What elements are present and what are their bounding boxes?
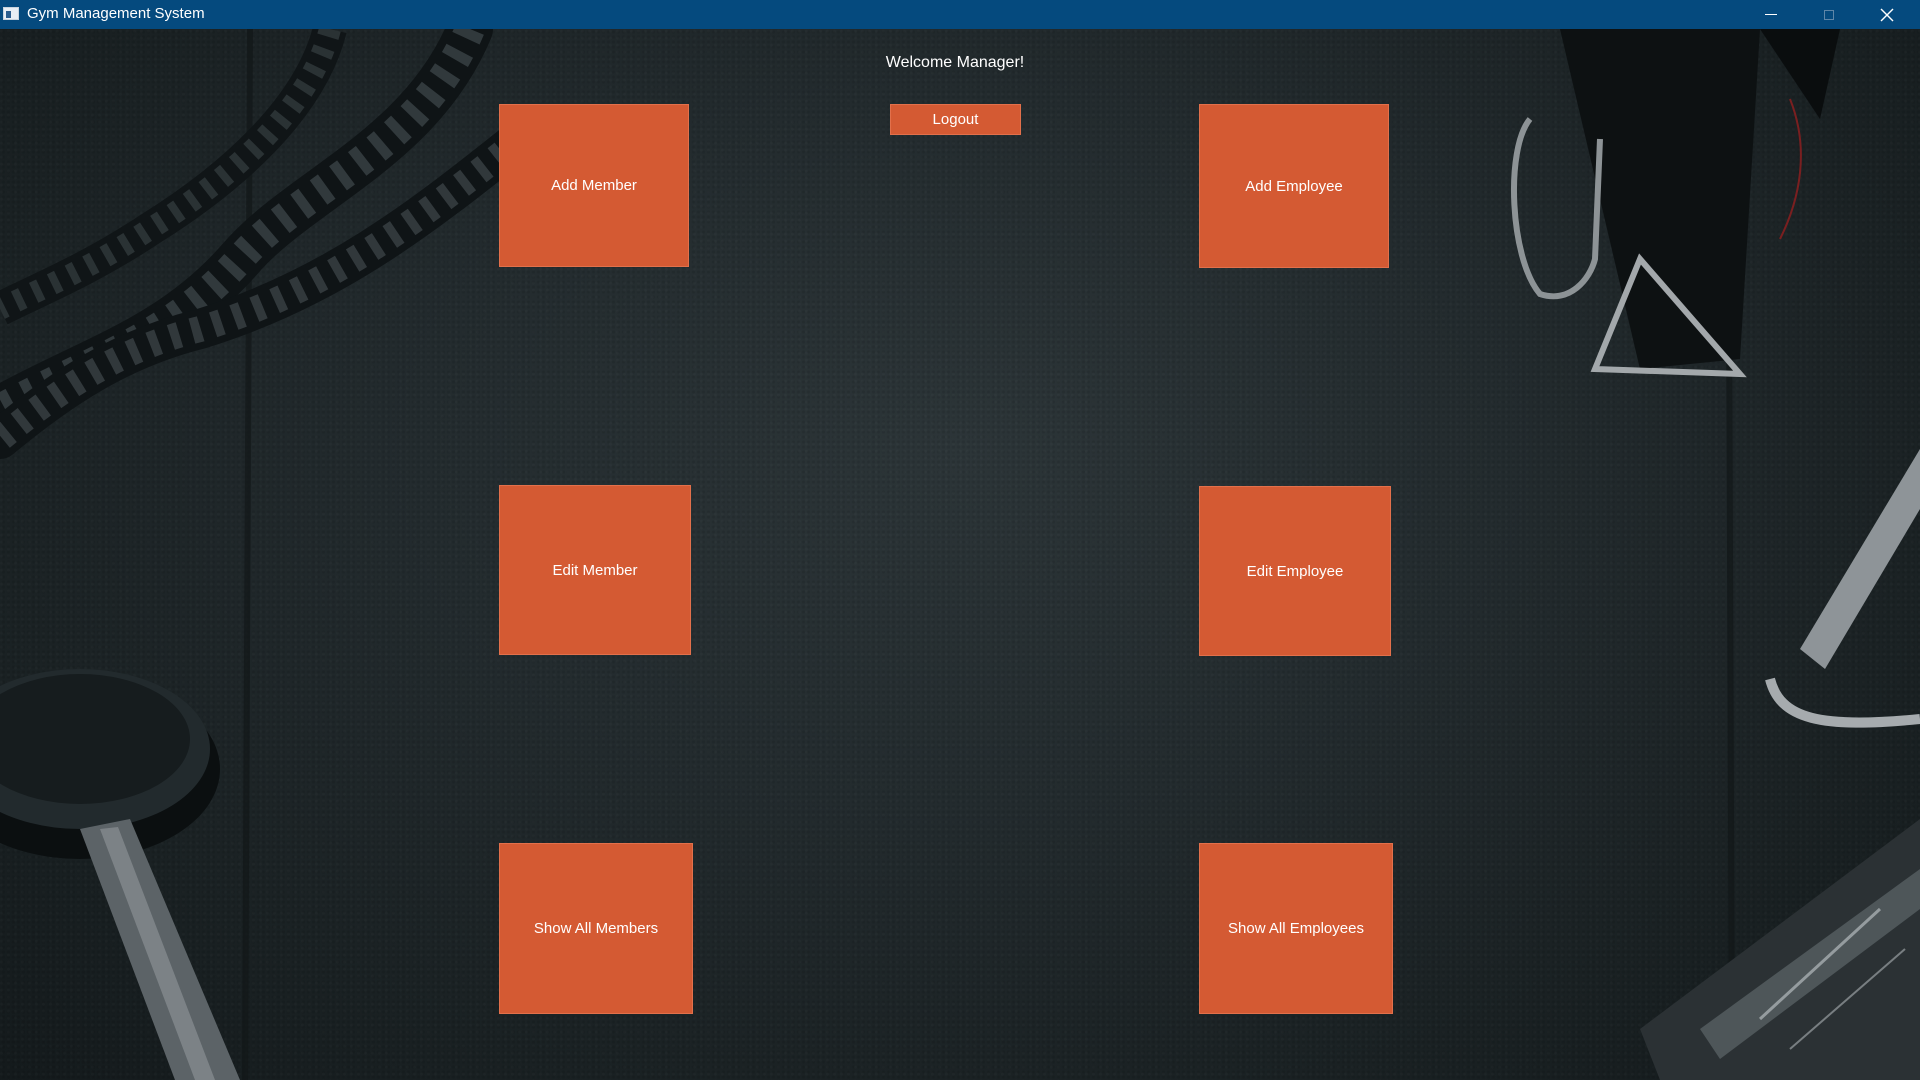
maximize-button[interactable]: [1800, 0, 1858, 29]
add-employee-button[interactable]: Add Employee: [1199, 104, 1389, 268]
close-button[interactable]: [1858, 0, 1916, 29]
close-icon: [1880, 8, 1894, 21]
app-window: Gym Management System Welcome Manager! L…: [0, 0, 1920, 1080]
app-icon: [3, 7, 19, 20]
minimize-button[interactable]: [1742, 0, 1800, 29]
gym-background-image: [0, 29, 1920, 1080]
window-title: Gym Management System: [27, 5, 205, 22]
show-all-employees-button[interactable]: Show All Employees: [1199, 843, 1393, 1014]
edit-member-button[interactable]: Edit Member: [499, 485, 691, 655]
title-bar[interactable]: Gym Management System: [0, 0, 1920, 29]
show-all-members-button[interactable]: Show All Members: [499, 843, 693, 1014]
maximize-icon: [1824, 9, 1834, 20]
logout-button[interactable]: Logout: [890, 104, 1021, 135]
dashboard-panel: Welcome Manager! Logout Add Member Add E…: [0, 29, 1920, 1080]
edit-employee-button[interactable]: Edit Employee: [1199, 486, 1391, 656]
welcome-message: Welcome Manager!: [885, 54, 1025, 71]
add-member-button[interactable]: Add Member: [499, 104, 689, 267]
minimize-icon: [1765, 14, 1777, 15]
